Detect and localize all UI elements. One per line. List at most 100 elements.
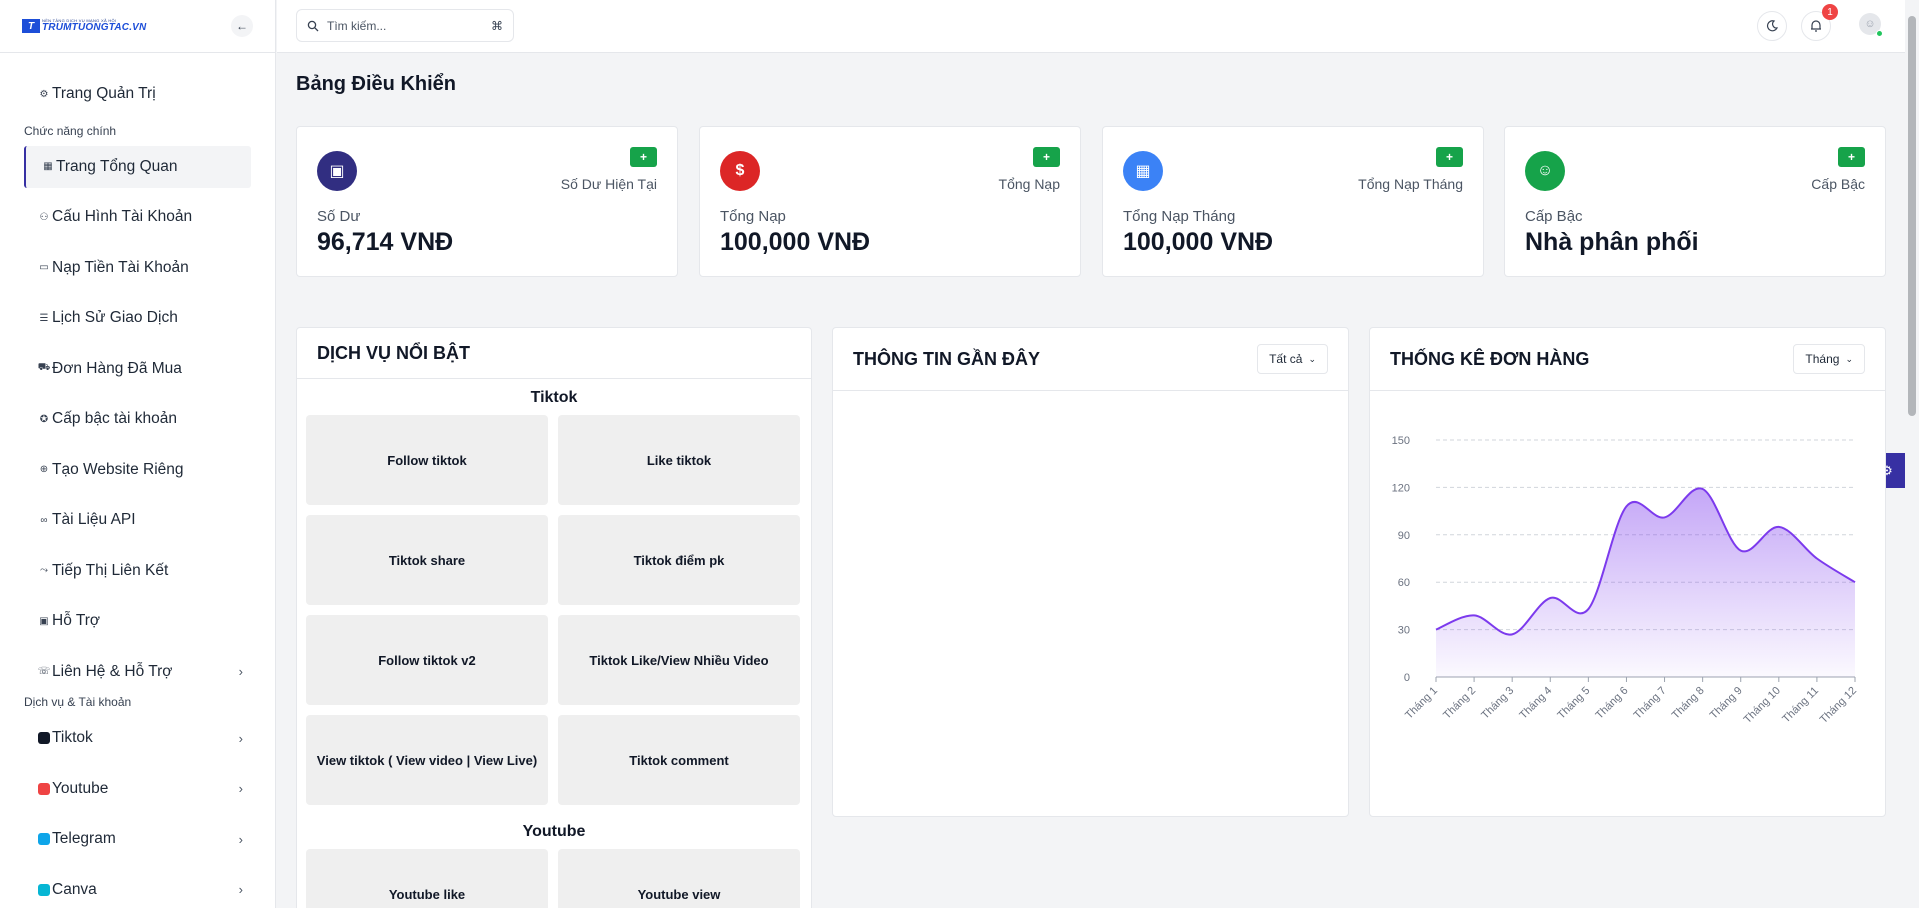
x-tick-label: Tháng 8 [1670, 685, 1707, 722]
sidebar-item-9[interactable]: ▣ Hỗ Trợ [24, 600, 251, 642]
sidebar-item-5[interactable]: ✪ Cấp bậc tài khoản [24, 398, 251, 440]
y-tick-label: 60 [1398, 577, 1410, 589]
sidebar-menu: ⚙ Trang Quản Trị Chức năng chính ▦ Trang … [0, 53, 275, 908]
service-card[interactable]: Tiktok comment [558, 715, 800, 805]
sidebar-item-label: Canva [52, 880, 97, 898]
page-title: Bảng Điều Khiển [296, 73, 457, 95]
sidebar-service-0[interactable]: Tiktok › [24, 717, 251, 759]
settings-icon: ⚙ [39, 88, 49, 100]
orders-filter-dropdown[interactable]: Tháng ⌄ [1793, 344, 1865, 374]
scrollbar-thumb[interactable] [1908, 16, 1916, 416]
logo[interactable]: T NỀN TẢNG DỊCH VỤ MẠNG XÃ HỘI TRUMTUONG… [22, 19, 146, 33]
x-tick-label: Tháng 4 [1517, 685, 1554, 722]
x-tick-label: Tháng 12 [1818, 685, 1859, 726]
stat-subtitle: Số Dư Hiện Tại [560, 176, 657, 192]
sidebar-item-3[interactable]: ☰ Lịch Sử Giao Dịch [24, 297, 251, 339]
search-input[interactable] [327, 18, 477, 33]
panel-header: THÔNG TIN GẦN ĐÂY Tất cả ⌄ [833, 328, 1348, 391]
dark-mode-toggle[interactable] [1757, 11, 1787, 41]
sidebar-item-admin[interactable]: ⚙ Trang Quản Trị [24, 73, 251, 115]
x-tick-label: Tháng 2 [1441, 685, 1478, 722]
y-tick-label: 90 [1398, 530, 1410, 542]
service-grid: Follow tiktok Like tiktok Tiktok share Tikt… [297, 415, 811, 805]
page-scrollbar[interactable] [1905, 0, 1919, 908]
bell-icon [1811, 20, 1821, 32]
collapse-sidebar-button[interactable]: ← [231, 15, 253, 37]
sidebar-item-8[interactable]: ⤳ Tiếp Thị Liên Kết [24, 550, 251, 592]
sidebar-item-label: Trang Quản Trị [52, 85, 156, 102]
service-card[interactable]: Tiktok share [306, 515, 548, 605]
search-box[interactable]: ⌘ [296, 9, 514, 42]
service-group-title: Tiktok [530, 389, 578, 406]
sidebar: T NỀN TẢNG DỊCH VỤ MẠNG XÃ HỘI TRUMTUONG… [0, 0, 276, 908]
sidebar-item-10[interactable]: ☏ Liên Hệ & Hỗ Trợ › [24, 651, 251, 693]
add-button[interactable]: + [1033, 147, 1060, 167]
sidebar-item-0[interactable]: ▦ Trang Tổng Quan [24, 145, 251, 188]
stat-card: ☺ + Cấp Bậc Cấp Bậc Nhà phân phối [1504, 126, 1886, 277]
sidebar-item-4[interactable]: ⛟ Đơn Hàng Đã Mua [24, 348, 251, 390]
recent-filter-dropdown[interactable]: Tất cả ⌄ [1257, 344, 1328, 374]
x-tick-label: Tháng 10 [1742, 685, 1783, 726]
chevron-down-icon: ⌄ [1845, 353, 1853, 364]
logo-name: TRUMTUONGTAC.VN [42, 22, 147, 33]
sidebar-service-3[interactable]: Canva › [24, 869, 251, 908]
logo-mark: T [22, 19, 40, 33]
telegram-icon [38, 833, 50, 845]
sidebar-item-label: Tiếp Thị Liên Kết [52, 561, 169, 579]
service-card[interactable]: Like tiktok [558, 415, 800, 505]
chevron-right-icon: › [238, 882, 243, 897]
sidebar-item-label: Cấp bậc tài khoản [52, 410, 177, 427]
top-header: ⌘ 1 ☺ [277, 0, 1905, 53]
sidebar-item-7[interactable]: ∞ Tài Liệu API [24, 499, 251, 541]
moon-icon [1766, 20, 1779, 32]
sidebar-service-2[interactable]: Telegram › [24, 818, 251, 860]
service-card[interactable]: Youtube like [306, 849, 548, 908]
sidebar-item-6[interactable]: ⊕ Tạo Website Riêng [24, 449, 251, 491]
add-button[interactable]: + [1838, 147, 1865, 167]
chevron-right-icon: › [238, 664, 243, 679]
sidebar-item-1[interactable]: ⚇ Cấu Hình Tài Khoản [24, 196, 251, 238]
medal-icon: ✪ [39, 413, 49, 425]
service-group-title: Youtube [522, 823, 586, 840]
sidebar-service-1[interactable]: Youtube › [24, 768, 251, 810]
service-card[interactable]: Youtube view [558, 849, 800, 908]
arrow-left-icon: ← [236, 19, 248, 33]
stat-label: Số Dư [317, 208, 361, 225]
service-card[interactable]: Tiktok Like/View Nhiều Video [558, 615, 800, 705]
stat-subtitle: Tổng Nạp Tháng [1358, 176, 1463, 192]
y-tick-label: 150 [1392, 435, 1410, 447]
user-avatar-icon: ☺ [1864, 18, 1876, 30]
notification-badge: 1 [1822, 4, 1838, 20]
sidebar-item-2[interactable]: ▭ Nạp Tiền Tài Khoản [24, 247, 251, 289]
dashboard-icon: ▦ [43, 161, 53, 172]
chevron-right-icon: › [238, 831, 243, 847]
stat-value: 100,000 VNĐ [1123, 228, 1274, 256]
notifications-button[interactable]: 1 [1801, 4, 1838, 41]
service-card[interactable]: Follow tiktok v2 [306, 615, 548, 705]
service-card[interactable]: Follow tiktok [306, 415, 548, 505]
order-stats-panel: THỐNG KÊ ĐƠN HÀNG Tháng ⌄ 0 30 60 90 120 150 T… [1369, 327, 1886, 817]
avatar[interactable]: ☺ [1859, 13, 1883, 37]
panel-header: THỐNG KÊ ĐƠN HÀNG Tháng ⌄ [1370, 328, 1885, 391]
featured-services-panel: DỊCH VỤ NỔI BẬT Tiktok Follow tiktok Like … [296, 327, 812, 908]
sidebar-item-label: Trang Tổng Quan [56, 157, 178, 175]
sidebar-header: T NỀN TẢNG DỊCH VỤ MẠNG XÃ HỘI TRUMTUONG… [0, 0, 275, 53]
stat-icon: ☺ [1525, 151, 1565, 191]
add-button[interactable]: + [1436, 147, 1463, 167]
service-card[interactable]: Tiktok điểm pk [558, 515, 800, 605]
x-tick-label: Tháng 3 [1479, 685, 1516, 722]
share-icon: ⤳ [40, 565, 48, 576]
add-button[interactable]: + [630, 147, 657, 167]
stat-label: Tổng Nạp Tháng [1123, 208, 1236, 225]
online-status-dot [1876, 30, 1883, 37]
service-card[interactable]: View tiktok ( View video | View Live) [306, 715, 548, 805]
stat-subtitle: Tổng Nạp [998, 176, 1060, 192]
canva-icon [38, 883, 50, 896]
sidebar-item-label: Youtube [52, 779, 109, 797]
user-icon: ☺ [1536, 162, 1554, 179]
sidebar-item-label: Liên Hệ & Hỗ Trợ [52, 662, 173, 680]
sidebar-item-label: Tiktok [52, 729, 93, 746]
card-icon: ▭ [39, 262, 49, 273]
chevron-right-icon: › [238, 781, 243, 796]
recent-title: THÔNG TIN GẦN ĐÂY [853, 348, 1040, 369]
